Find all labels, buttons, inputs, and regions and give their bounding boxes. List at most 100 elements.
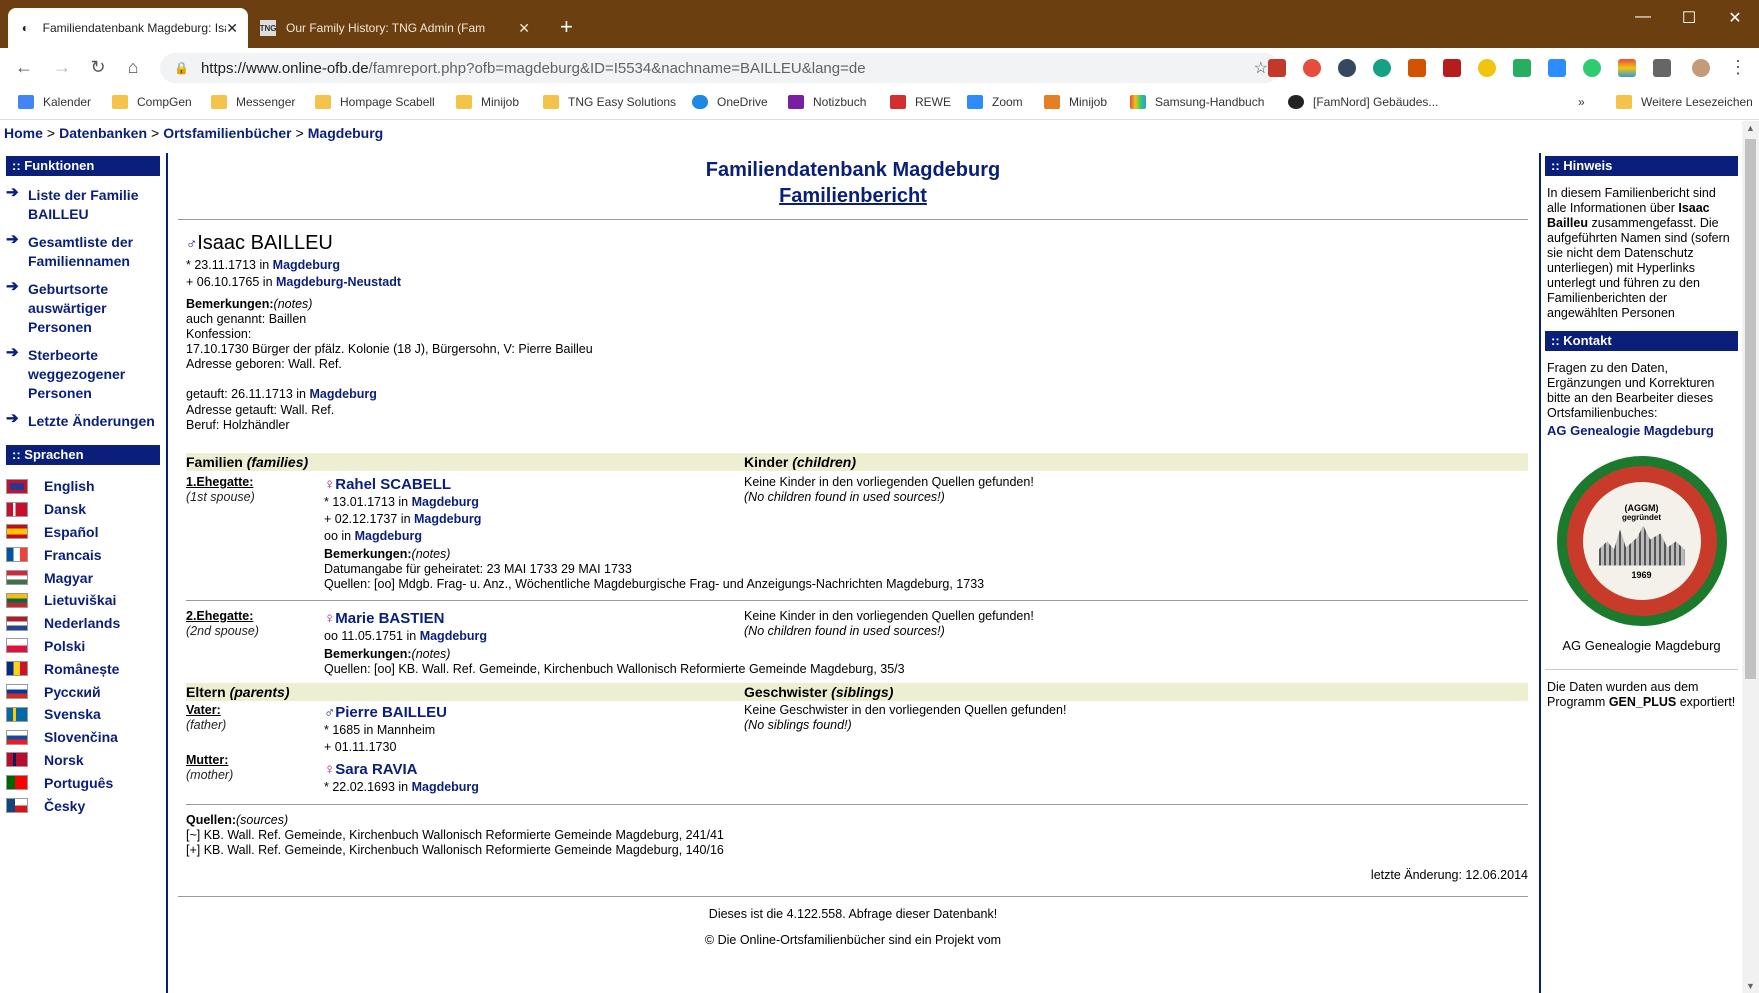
breadcrumb-ofb[interactable]: Ortsfamilienbücher bbox=[163, 125, 291, 141]
place-link[interactable]: Magdeburg bbox=[412, 495, 479, 509]
place-link[interactable]: Magdeburg bbox=[414, 512, 481, 526]
language-link[interactable]: Nederlands bbox=[6, 612, 160, 635]
page-scrollbar[interactable]: ▲ ▼ bbox=[1742, 121, 1759, 993]
avatar[interactable] bbox=[1692, 59, 1710, 77]
language-link[interactable]: Lietuviškai bbox=[6, 589, 160, 612]
address-bar: ← → ↻ ⌂ 🔒 https://www.online-ofb.de/famr… bbox=[0, 48, 1759, 88]
bookmark-item[interactable]: Minijob bbox=[1044, 95, 1107, 109]
function-link[interactable]: ➔ Liste der Familie BAILLEU bbox=[6, 184, 160, 224]
extension-icon[interactable] bbox=[1268, 59, 1286, 77]
language-link[interactable]: Polski bbox=[6, 635, 160, 658]
breadcrumb-databases[interactable]: Datenbanken bbox=[59, 125, 147, 141]
breadcrumb-magdeburg[interactable]: Magdeburg bbox=[308, 125, 383, 141]
language-link[interactable]: Norsk bbox=[6, 749, 160, 772]
language-link[interactable]: Česky bbox=[6, 794, 160, 817]
extension-icon[interactable] bbox=[1373, 59, 1391, 77]
families-header: Familien (families) Kinder (children) bbox=[186, 453, 1528, 471]
reload-icon[interactable]: ↻ bbox=[86, 57, 110, 78]
function-link[interactable]: ➔ Geburtsorte auswärtiger Personen bbox=[6, 278, 160, 337]
language-link[interactable]: Español bbox=[6, 521, 160, 544]
minimize-icon[interactable]: — bbox=[1618, 8, 1668, 26]
contact-heading: :: Kontakt bbox=[1545, 331, 1738, 351]
place-link[interactable]: Magdeburg bbox=[273, 258, 340, 272]
url-path: /famreport.php?ofb=magdeburg&ID=I5534&na… bbox=[368, 59, 866, 77]
language-link[interactable]: Русский bbox=[6, 680, 160, 703]
bookmark-item[interactable]: Hompage Scabell bbox=[315, 95, 435, 109]
place-link[interactable]: Magdeburg bbox=[355, 529, 422, 543]
place-link[interactable]: Magdeburg bbox=[309, 387, 376, 401]
language-link[interactable]: Românește bbox=[6, 657, 160, 680]
father-role: Vater: bbox=[186, 703, 221, 717]
extension-icon[interactable] bbox=[1583, 59, 1601, 77]
place-link[interactable]: Magdeburg bbox=[420, 629, 487, 643]
close-tab-icon[interactable]: ✕ bbox=[518, 20, 530, 37]
bookmark-item[interactable]: Zoom bbox=[967, 95, 1023, 109]
home-icon[interactable]: ⌂ bbox=[121, 57, 145, 78]
extension-icon[interactable] bbox=[1618, 59, 1636, 77]
back-icon[interactable]: ← bbox=[12, 57, 36, 78]
extension-icon[interactable] bbox=[1303, 59, 1321, 77]
female-icon: ♀ bbox=[324, 610, 336, 627]
flag-fr-icon bbox=[6, 547, 28, 563]
maximize-icon[interactable]: ☐ bbox=[1664, 8, 1714, 28]
hint-text: In diesem Familienbericht sind alle Info… bbox=[1547, 186, 1730, 320]
bookmark-item[interactable]: REWE bbox=[890, 95, 951, 109]
zoom-icon[interactable] bbox=[1548, 59, 1566, 77]
scroll-up-icon[interactable]: ▲ bbox=[1742, 123, 1759, 133]
extension-icon[interactable] bbox=[1338, 59, 1356, 77]
menu-icon[interactable]: ⋮ bbox=[1726, 57, 1750, 78]
function-link[interactable]: ➔ Letzte Änderungen bbox=[6, 410, 160, 431]
place-link[interactable]: Magdeburg bbox=[412, 780, 479, 794]
language-link[interactable]: Magyar bbox=[6, 566, 160, 589]
office-icon[interactable] bbox=[1408, 59, 1426, 77]
language-link[interactable]: Slovenčina bbox=[6, 726, 160, 749]
male-icon: ♂ bbox=[186, 236, 198, 253]
scrollbar-thumb[interactable] bbox=[1745, 139, 1756, 679]
language-link[interactable]: English bbox=[6, 475, 160, 498]
url-host: https://www.online-ofb.de bbox=[200, 59, 369, 77]
place-link[interactable]: Magdeburg-Neustadt bbox=[276, 275, 401, 289]
breadcrumb-home[interactable]: Home bbox=[4, 125, 43, 141]
person-name: Isaac BAILLEU bbox=[197, 232, 333, 254]
url-input[interactable]: 🔒 https://www.online-ofb.de/famreport.ph… bbox=[160, 53, 1280, 83]
language-link[interactable]: Svenska bbox=[6, 703, 160, 726]
bookmark-item[interactable]: Weitere Lesezeichen bbox=[1616, 95, 1753, 109]
mother-name-link[interactable]: Sara RAVIA bbox=[335, 761, 417, 778]
new-tab-icon[interactable]: + bbox=[560, 14, 573, 40]
drive-icon[interactable] bbox=[1513, 59, 1531, 77]
function-link[interactable]: ➔ Gesamtliste der Familiennamen bbox=[6, 231, 160, 271]
close-window-icon[interactable]: ✕ bbox=[1710, 8, 1759, 28]
folder-icon bbox=[112, 95, 128, 109]
extension-icon[interactable] bbox=[1478, 59, 1496, 77]
scroll-down-icon[interactable]: ▼ bbox=[1742, 981, 1759, 991]
more-bookmarks-icon[interactable]: » bbox=[1578, 95, 1585, 109]
spouse-name-link[interactable]: Rahel SCABELL bbox=[335, 476, 451, 493]
contact-link[interactable]: AG Genealogie Magdeburg bbox=[1547, 423, 1736, 438]
bookmark-item[interactable]: Notizbuch bbox=[788, 95, 866, 109]
bookmark-item[interactable]: [FamNord] Gebäudes... bbox=[1288, 95, 1438, 109]
language-link[interactable]: Francais bbox=[6, 543, 160, 566]
bookmark-item[interactable]: Kalender bbox=[18, 95, 91, 109]
close-tab-icon[interactable]: ✕ bbox=[226, 20, 238, 37]
language-link[interactable]: Português bbox=[6, 771, 160, 794]
breadcrumb: Home > Datenbanken > Ortsfamilienbücher > Magd… bbox=[4, 125, 384, 141]
spouse-name-link[interactable]: Marie BASTIEN bbox=[335, 610, 444, 627]
bookmark-item[interactable]: TNG Easy Solutions bbox=[543, 95, 676, 109]
tab-tng-admin[interactable]: TNG Our Family History: TNG Admin (Fam ✕ bbox=[250, 8, 540, 48]
bookmark-star-icon[interactable]: ☆ bbox=[1254, 58, 1268, 78]
extensions-puzzle-icon[interactable] bbox=[1653, 59, 1671, 77]
pdf-icon[interactable] bbox=[1443, 59, 1461, 77]
bookmark-item[interactable]: Samsung-Handbuch bbox=[1130, 95, 1264, 109]
forward-icon[interactable]: → bbox=[50, 57, 74, 78]
tab-familiendatenbank[interactable]: ◐ Familiendatenbank Magdeburg: Isaac ✕ bbox=[8, 8, 248, 48]
lock-icon: 🔒 bbox=[174, 61, 189, 75]
function-link[interactable]: ➔ Sterbeorte weggezogener Personen bbox=[6, 344, 160, 403]
bookmark-item[interactable]: Messenger bbox=[211, 95, 295, 109]
bookmark-item[interactable]: CompGen bbox=[112, 95, 192, 109]
language-link[interactable]: Dansk bbox=[6, 498, 160, 521]
bookmark-item[interactable]: OneDrive bbox=[692, 95, 768, 109]
rewe-icon bbox=[890, 95, 906, 109]
father-name-link[interactable]: Pierre BAILLEU bbox=[335, 704, 447, 721]
bookmark-item[interactable]: Minijob bbox=[456, 95, 519, 109]
folder-icon bbox=[211, 95, 227, 109]
